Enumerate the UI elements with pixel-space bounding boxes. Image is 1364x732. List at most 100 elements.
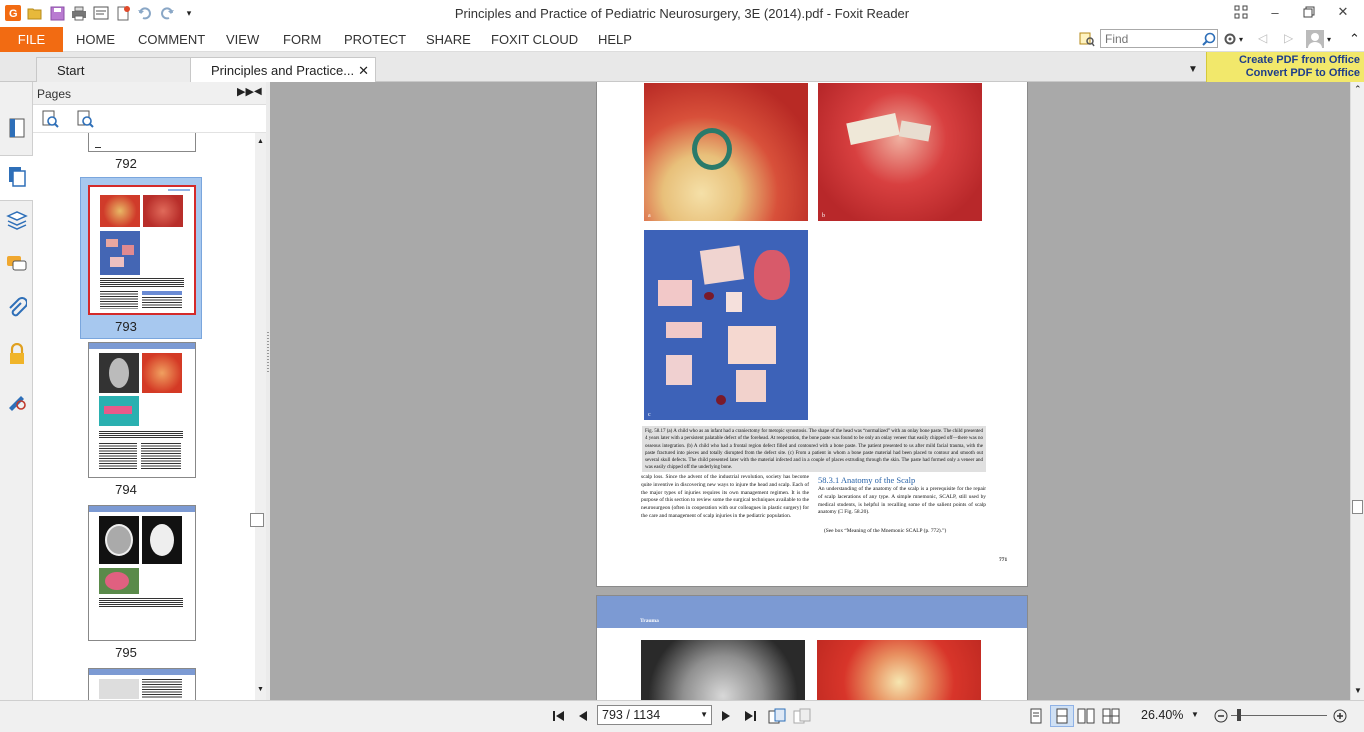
document-view[interactable]: a b c Fig. 58.17 (a) A child who as an i… [270,82,1350,700]
first-page-icon[interactable] [550,707,568,725]
previous-page-icon[interactable] [574,707,592,725]
title-bar: G ▾ Principles and Practice of Pediatric… [0,0,1364,27]
page-number-value: 793 / 1134 [602,708,661,722]
thumbnail-label: 795 [115,645,137,660]
search-icon[interactable] [1200,30,1218,48]
zoom-in-icon[interactable] [1331,707,1349,725]
thumbnail-page-selected[interactable] [88,185,196,315]
collapse-panel-icon[interactable]: ◀ [254,86,262,97]
status-bar: 793 / 1134 ▼ 26.40% ▼ [0,700,1364,732]
close-button[interactable]: ✕ [1326,2,1360,22]
tab-comment[interactable]: COMMENT [138,27,205,52]
signatures-icon[interactable] [5,388,29,412]
thumbnail-label: 793 [115,319,137,334]
document-scrollbar[interactable]: ⌃ ▼ [1350,82,1364,700]
zoom-slider-thumb[interactable] [1236,709,1241,721]
zoom-out-icon[interactable] [1212,707,1230,725]
pages-thumbnail-icon[interactable] [5,164,29,188]
tab-protect[interactable]: PROTECT [344,27,406,52]
tab-form[interactable]: FORM [283,27,321,52]
tab-start[interactable]: Start [36,57,192,82]
section-heading: 58.3.1 Anatomy of the Scalp [818,475,916,485]
previous-view-icon[interactable] [768,707,786,725]
pages-panel-toolbar [33,105,266,133]
layers-icon[interactable] [5,208,29,232]
last-page-icon[interactable] [741,707,759,725]
pages-panel-title: Pages [37,87,72,101]
pages-panel-header: Pages ▶▶ ◀ [33,82,266,105]
enlarge-thumbnail-icon[interactable] [41,110,59,131]
thumbnail-label: 794 [115,482,137,497]
reduce-thumbnail-icon[interactable] [76,110,94,131]
promo-line-1: Create PDF from Office [1238,54,1360,66]
continuous-page-icon[interactable] [1050,705,1074,727]
prev-nav-icon[interactable]: ◁ [1258,31,1267,45]
figure-label-c: c [648,412,651,418]
page-number: 771 [999,557,1008,563]
attachments-icon[interactable] [5,296,29,320]
thumbnail-page[interactable] [88,342,196,478]
next-figure-image-b [817,640,981,700]
restore-button[interactable] [1292,2,1326,22]
thumbnail-label: 792 [115,156,137,171]
minimize-button[interactable]: – [1258,2,1292,22]
scroll-up-icon[interactable]: ⌃ [1354,84,1362,95]
scroll-thumb[interactable] [1352,500,1363,514]
tab-list-dropdown-icon[interactable]: ▼ [1188,64,1198,75]
see-box-text: (See box “Meaning of the Mnemonic SCALP … [824,528,947,534]
expand-panel-icon[interactable]: ▶▶ [237,85,254,98]
facing-pages-icon[interactable] [1077,707,1095,725]
promo-banner[interactable]: Create PDF from Office Convert PDF to Of… [1206,52,1364,82]
panel-scroll-thumb[interactable] [250,513,264,527]
page-number-field[interactable]: 793 / 1134 ▼ [597,705,712,725]
tab-view[interactable]: VIEW [226,27,259,52]
thumbnail-page[interactable] [88,133,196,152]
tab-file[interactable]: FILE [0,27,63,52]
scroll-down-icon[interactable]: ▼ [257,686,264,693]
tab-foxit-cloud[interactable]: FOXIT CLOUD [491,27,578,52]
thumbnail-page[interactable] [88,505,196,641]
next-figure-image-a [641,640,805,700]
tab-current-document[interactable]: Principles and Practice... ✕ [190,57,376,82]
tab-home[interactable]: HOME [76,27,115,52]
figure-label-a: a [648,213,651,219]
collapse-ribbon-icon[interactable]: ⌃ [1349,31,1360,47]
zoom-dropdown-icon[interactable]: ▼ [1191,710,1199,719]
thumbnail-list: 792 793 794 795 [33,133,255,700]
settings-gear-icon[interactable]: ▾ [1223,30,1249,48]
tab-share[interactable]: SHARE [426,27,471,52]
thumbnail-page[interactable] [88,668,196,700]
pdf-page: a b c Fig. 58.17 (a) A child who as an i… [596,82,1028,587]
document-tabs: Start Principles and Practice... ✕ ▼ [0,52,1364,82]
security-lock-icon[interactable] [5,342,29,366]
zoom-level[interactable]: 26.40% [1141,708,1183,722]
close-tab-icon[interactable]: ✕ [358,63,369,79]
user-avatar-icon[interactable]: ▾ [1306,29,1336,49]
figure-image-b: b [818,83,982,221]
single-page-icon[interactable] [1027,707,1045,725]
find-options-icon[interactable] [1078,30,1096,48]
page-dropdown-icon[interactable]: ▼ [700,710,708,719]
ribbon-display-icon[interactable] [1224,2,1258,22]
next-page-icon[interactable] [717,707,735,725]
scroll-down-icon[interactable]: ▼ [1354,686,1362,695]
window-title: Principles and Practice of Pediatric Neu… [454,6,910,21]
comments-icon[interactable] [5,252,29,276]
find-area [1078,29,1218,48]
ribbon-tabs: FILE HOME COMMENT VIEW FORM PROTECT SHAR… [0,27,1364,52]
next-nav-icon[interactable]: ▷ [1284,31,1293,45]
navigation-strip [0,82,33,700]
scroll-up-icon[interactable]: ▲ [257,138,264,145]
bookmarks-icon[interactable] [5,116,29,140]
thumbnail-scrollbar[interactable]: ▲ ▼ [255,133,266,700]
left-column-text: scalp loss. Since the advent of the indu… [641,474,809,519]
promo-line-2: Convert PDF to Office [1245,67,1360,79]
zoom-slider-track[interactable] [1231,715,1327,716]
figure-label-b: b [822,213,825,219]
tab-help[interactable]: HELP [598,27,632,52]
tab-start-label: Start [57,62,85,78]
next-view-icon[interactable] [793,707,811,725]
page-header-band: Trauma [597,596,1027,628]
pages-panel: Pages ▶▶ ◀ 792 793 794 795 ▲ ▼ [33,82,266,700]
continuous-facing-icon[interactable] [1102,707,1120,725]
